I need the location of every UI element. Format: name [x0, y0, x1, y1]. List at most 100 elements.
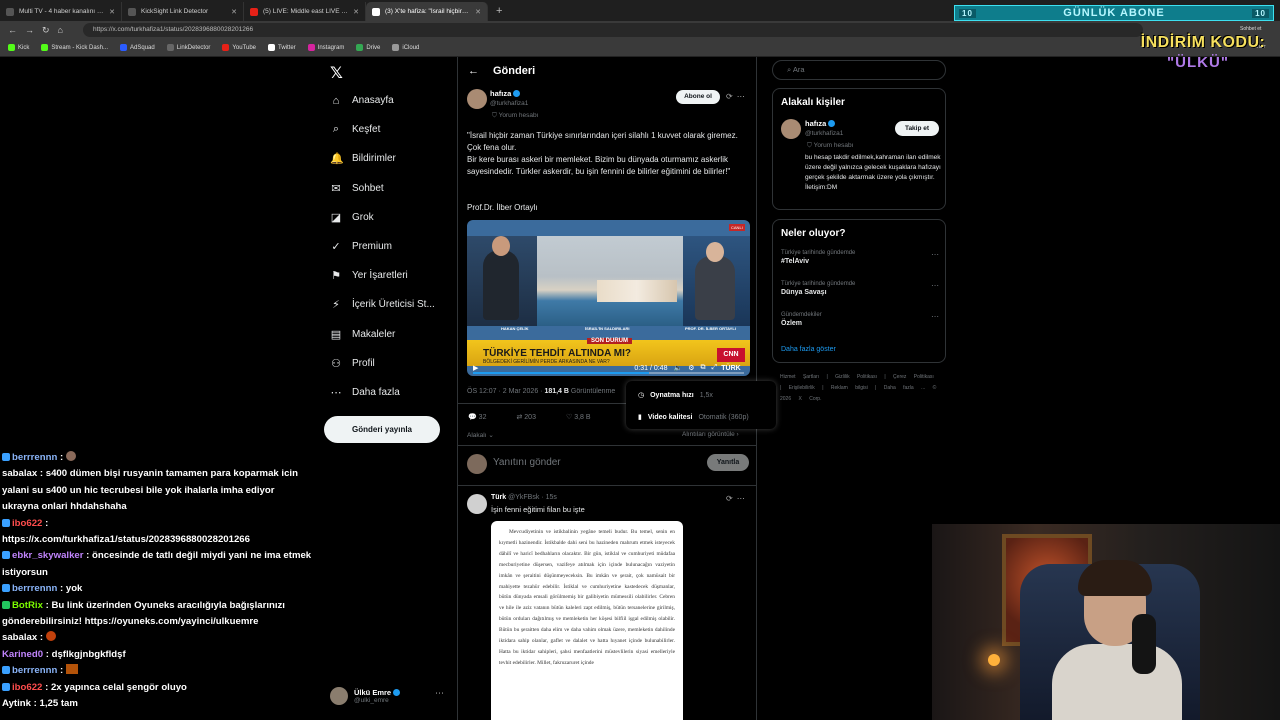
volume-icon[interactable]: 🔈	[673, 364, 682, 372]
post-handle[interactable]: @turkhafiza1	[490, 100, 528, 107]
figure-head	[492, 236, 510, 256]
repost-action[interactable]: ⇄ 203	[516, 413, 536, 421]
close-icon[interactable]: ✕	[475, 8, 481, 16]
trends-title: Neler oluyor?	[781, 228, 846, 239]
back-icon[interactable]: ←	[8, 25, 17, 35]
fullscreen-icon[interactable]: ⤢	[711, 364, 717, 372]
more-icon[interactable]: ⋯	[931, 250, 939, 259]
reply-author[interactable]: Türk	[491, 494, 506, 501]
more-icon[interactable]: ⋯	[931, 312, 939, 321]
browser-tab[interactable]: KickSight Link Detector ✕	[122, 2, 244, 21]
promo-title: İNDİRİM KODU:	[1140, 34, 1266, 51]
reload-icon[interactable]: ↻	[42, 25, 50, 36]
nav-item-notifications[interactable]: 🔔 Bildirimler	[330, 144, 460, 173]
sort-relevant[interactable]: Alakalı ⌄	[467, 431, 494, 439]
close-icon[interactable]: ✕	[353, 8, 359, 16]
trend-item[interactable]: Gündemdekiler Özlem ⋯	[781, 312, 939, 327]
post-button[interactable]: Gönderi yayınla	[324, 416, 440, 443]
bookmark-label: Twitter	[278, 44, 296, 51]
show-more-link[interactable]: Daha fazla göster	[781, 346, 836, 353]
promo-code: "ÜLKÜ"	[1167, 54, 1229, 71]
trend-item[interactable]: Türkiye tarihinde gündemde #TelAviv ⋯	[781, 250, 939, 265]
chat-username: ibo622	[12, 517, 43, 529]
post-timestamp[interactable]: ÖS 12:07 · 2 Mar 2026 ·	[467, 388, 544, 395]
avatar[interactable]	[467, 494, 487, 514]
video-progress-fill	[473, 372, 650, 374]
reply-handle: @YkFBsk	[508, 494, 540, 501]
url-field[interactable]: https://x.com/turkhafiza1/status/2028396…	[82, 23, 1143, 37]
reply-input[interactable]: Yanıtını gönder	[493, 457, 561, 468]
more-icon[interactable]: ⋯	[737, 92, 749, 101]
account-switcher[interactable]: Ülkü Emre @ulki_emre ⋯	[330, 684, 450, 708]
play-icon[interactable]: ▶	[473, 364, 478, 372]
close-icon[interactable]: ✕	[109, 8, 115, 16]
bookmark-twitter[interactable]: Twitter	[268, 44, 296, 51]
browser-tab-active[interactable]: (3) X'te hafiza: "İsrail hiçbir za ✕	[366, 2, 488, 21]
nav-item-chat[interactable]: ✉ Sohbet	[330, 174, 460, 203]
close-icon[interactable]: ✕	[231, 8, 237, 16]
nav-item-creator-studio[interactable]: ⚡ İçerik Üreticisi St...	[330, 290, 460, 319]
subscribe-button[interactable]: Abone ol	[676, 90, 720, 104]
nav-label: Daha fazla	[352, 386, 400, 398]
nav-item-explore[interactable]: ⌕ Keşfet	[330, 115, 460, 144]
badge-icon	[2, 453, 10, 461]
nav-item-home[interactable]: ⌂ Anasayfa	[330, 86, 460, 115]
bookmark-youtube[interactable]: YouTube	[222, 44, 256, 51]
view-quotes-link[interactable]: Alıntıları görüntüle ›	[682, 431, 739, 438]
profile-label[interactable]: Sohbet et	[1240, 26, 1261, 32]
back-arrow-icon[interactable]: ←	[468, 65, 479, 77]
nav-item-premium[interactable]: ✓ Premium	[330, 232, 460, 261]
bookmark-drive[interactable]: Drive	[356, 44, 380, 51]
reply-button[interactable]: Yanıtla	[707, 454, 749, 471]
search-input[interactable]: ⌕ Ara	[772, 60, 946, 80]
nav-item-more[interactable]: ⋯ Daha fazla	[330, 378, 460, 407]
home-icon[interactable]: ⌂	[58, 25, 63, 35]
trend-item[interactable]: Türkiye tarihinde gündemde Dünya Savaşı ⋯	[781, 281, 939, 296]
browser-tab[interactable]: (5) LIVE: Middle east LIVE HD ✕	[244, 2, 366, 21]
nav-item-profile[interactable]: ⚇ Profil	[330, 349, 460, 378]
tab-favicon-icon	[128, 7, 136, 16]
more-icon[interactable]: ⋯	[931, 281, 939, 290]
trend-context: Türkiye tarihinde gündemde	[781, 250, 856, 256]
like-action[interactable]: ♡ 3,8 B	[566, 413, 591, 421]
playback-speed-item[interactable]: ◷ Oynatma hızı 1,5x	[638, 391, 713, 400]
bookmark-instagram[interactable]: Instagram	[307, 44, 344, 51]
avatar[interactable]	[467, 89, 487, 109]
bookmark-adsquad[interactable]: AdSquad	[120, 44, 155, 51]
reply-icon: 💬	[468, 414, 479, 421]
video-progress-bar[interactable]	[473, 372, 744, 374]
pip-icon[interactable]: ⧉	[700, 364, 705, 372]
video-buildings	[597, 280, 677, 302]
browser-tab[interactable]: Multi TV - 4 haber kanalını aynı ✕	[0, 2, 122, 21]
nav-item-bookmarks[interactable]: ⚑ Yer İşaretleri	[330, 261, 460, 290]
reply-action[interactable]: 💬 32	[468, 413, 486, 421]
settings-gear-icon[interactable]: ⚙	[688, 364, 694, 372]
more-icon[interactable]: ⋯	[435, 688, 444, 699]
grok-icon[interactable]: ⟳	[726, 494, 737, 503]
related-name[interactable]: hafıza	[805, 119, 826, 128]
new-tab-icon[interactable]: +	[488, 2, 510, 21]
article-icon: ▤	[330, 328, 342, 341]
avatar	[330, 687, 348, 705]
bookmark-linkdetector[interactable]: LinkDetector	[166, 44, 210, 51]
video-quality-item[interactable]: ▮ Video kalitesi Otomatik (360p)	[638, 413, 749, 422]
more-icon[interactable]: ⋯	[737, 494, 749, 503]
follow-button[interactable]: Takip et	[895, 121, 939, 136]
footer-links[interactable]: Hizmet Şartları | Gizlilik Politikası | …	[780, 372, 940, 405]
avatar[interactable]	[781, 119, 801, 139]
x-logo-icon[interactable]: 𝕏	[330, 63, 343, 83]
bookmark-icloud[interactable]: iCloud	[392, 44, 419, 51]
nav-item-grok[interactable]: ◪ Grok	[330, 203, 460, 232]
video-player[interactable]: CANLI HAKAN ÇELİK İSRAİL'İN SALDIRILARI …	[467, 220, 750, 376]
tab-title: (5) LIVE: Middle east LIVE HD	[263, 8, 349, 15]
document-image[interactable]: Mevcudiyetinin ve istikbalinin yegâne te…	[491, 521, 683, 720]
bookmark-stream[interactable]: Stream - Kick Dash...	[41, 44, 108, 51]
grok-icon[interactable]: ⟳	[726, 92, 737, 101]
forward-icon[interactable]: →	[25, 25, 34, 35]
chat-text: dşflkgjnbgkfldşf	[51, 648, 126, 660]
post-author[interactable]: hafıza	[490, 89, 511, 98]
post-author-row: hafıza	[490, 89, 521, 98]
nav-item-articles[interactable]: ▤ Makaleler	[330, 320, 460, 349]
sub-count-right: 10	[1252, 8, 1269, 18]
bookmark-kick[interactable]: Kick	[8, 44, 29, 51]
